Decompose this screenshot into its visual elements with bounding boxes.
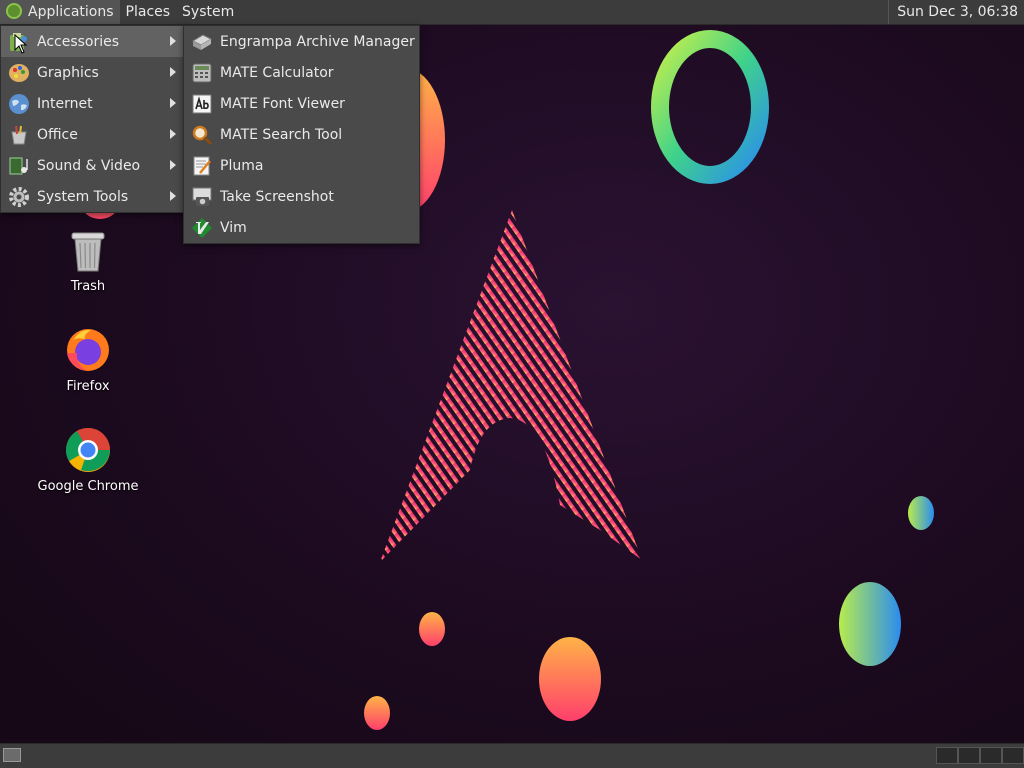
system-tools-gear-icon	[9, 186, 29, 207]
applications-menu-label: Applications	[28, 4, 114, 20]
clock[interactable]: Sun Dec 3, 06:38	[888, 0, 1024, 24]
menu-item-label: Take Screenshot	[220, 188, 334, 205]
vim-icon	[192, 217, 212, 238]
menu-item-pluma[interactable]: Pluma	[184, 150, 419, 181]
workspace-switcher-2[interactable]	[958, 747, 980, 764]
top-panel: Applications Places System Sun Dec 3, 06…	[0, 0, 1024, 25]
workspace-switcher-4[interactable]	[1002, 747, 1024, 764]
menu-item-search-tool[interactable]: MATE Search Tool	[184, 119, 419, 150]
menu-item-font-viewer[interactable]: MATE Font Viewer	[184, 88, 419, 119]
font-viewer-icon	[192, 94, 212, 113]
mouse-pointer-icon	[14, 34, 28, 54]
desktop-icon-firefox[interactable]: Firefox	[33, 327, 143, 394]
menu-item-label: MATE Calculator	[220, 64, 334, 81]
menu-item-label: Engrampa Archive Manager	[220, 33, 415, 50]
menu-item-internet[interactable]: Internet	[1, 88, 184, 119]
applications-menu-button[interactable]: Applications	[0, 0, 120, 24]
workspace-switcher-3[interactable]	[980, 747, 1002, 764]
desktop-icon-label: Firefox	[66, 379, 110, 394]
archive-manager-icon	[191, 33, 213, 50]
menu-item-accessories[interactable]: Accessories	[1, 26, 184, 57]
bottom-panel	[0, 743, 1024, 768]
sound-video-icon	[9, 157, 28, 174]
submenu-arrow-icon	[170, 98, 176, 108]
workspace-switcher-1[interactable]	[936, 747, 958, 764]
submenu-arrow-icon	[170, 67, 176, 77]
menu-item-label: Accessories	[37, 33, 120, 50]
menu-item-label: Pluma	[220, 157, 264, 174]
submenu-arrow-icon	[170, 191, 176, 201]
desktop-icon-chrome[interactable]: Google Chrome	[33, 427, 143, 494]
menu-item-label: Internet	[37, 95, 93, 112]
places-menu-button[interactable]: Places	[120, 0, 177, 24]
menu-item-label: System Tools	[37, 188, 129, 205]
menu-item-system-tools[interactable]: System Tools	[1, 181, 184, 212]
menu-item-graphics[interactable]: Graphics	[1, 57, 184, 88]
mate-logo-icon	[6, 3, 22, 19]
menu-item-label: MATE Search Tool	[220, 126, 343, 143]
trash-icon	[71, 232, 105, 272]
menu-bar: Applications Places System	[0, 0, 240, 24]
menu-item-vim[interactable]: Vim	[184, 212, 419, 243]
menu-item-label: MATE Font Viewer	[220, 95, 345, 112]
menu-item-office[interactable]: Office	[1, 119, 184, 150]
calculator-icon	[192, 63, 212, 82]
menu-item-calculator[interactable]: MATE Calculator	[184, 57, 419, 88]
submenu-arrow-icon	[170, 36, 176, 46]
menu-item-sound-video[interactable]: Sound & Video	[1, 150, 184, 181]
menu-item-label: Sound & Video	[37, 157, 141, 174]
graphics-icon	[9, 63, 29, 82]
accessories-submenu: Engrampa Archive Manager MATE Calculator…	[183, 25, 420, 244]
chrome-icon	[66, 428, 110, 472]
menu-item-engrampa[interactable]: Engrampa Archive Manager	[184, 26, 419, 57]
menu-item-label: Vim	[220, 219, 247, 236]
menu-item-label: Graphics	[37, 64, 99, 81]
menu-item-label: Office	[37, 126, 78, 143]
firefox-icon	[67, 329, 109, 371]
text-editor-icon	[193, 156, 211, 175]
internet-globe-icon	[9, 93, 29, 114]
search-tool-icon	[192, 125, 213, 145]
system-menu-button[interactable]: System	[176, 0, 240, 24]
submenu-arrow-icon	[170, 160, 176, 170]
desktop-icon-trash[interactable]: Trash	[33, 229, 143, 294]
desktop-icon-label: Google Chrome	[37, 479, 139, 494]
menu-item-take-screenshot[interactable]: Take Screenshot	[184, 181, 419, 212]
screenshot-camera-icon	[192, 187, 212, 206]
show-desktop-button[interactable]	[3, 748, 21, 762]
desktop-icon-label: Trash	[70, 279, 106, 294]
office-icon	[11, 125, 27, 144]
submenu-arrow-icon	[170, 129, 176, 139]
